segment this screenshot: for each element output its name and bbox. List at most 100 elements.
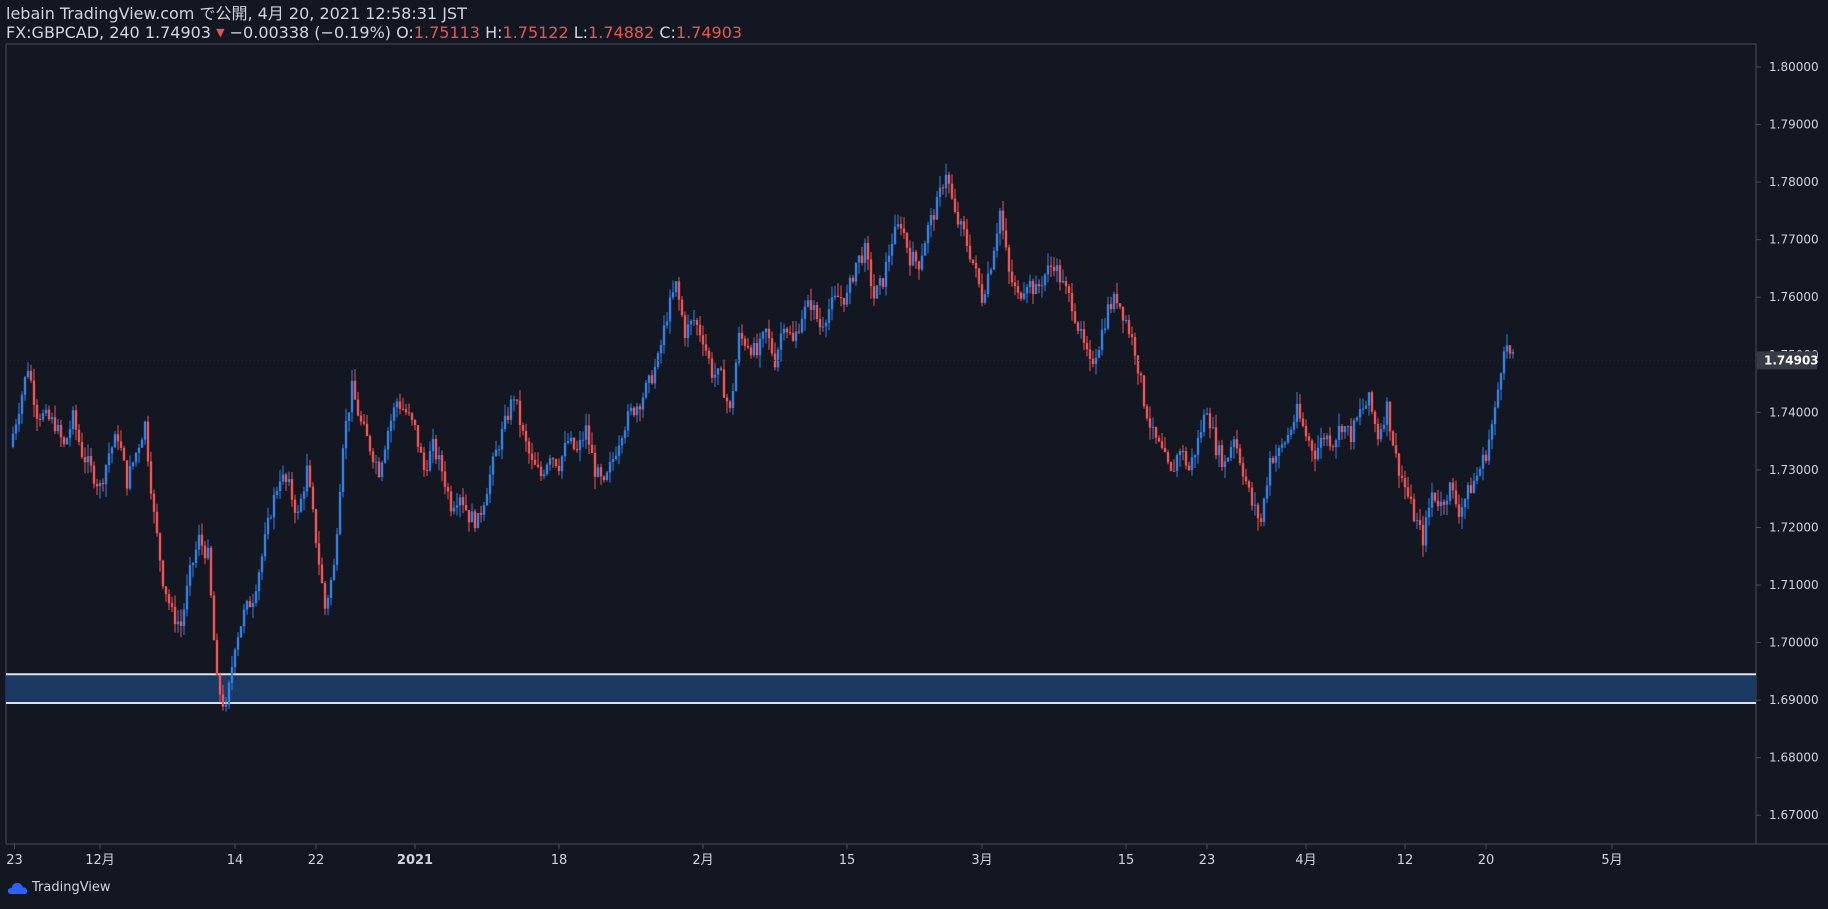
candle-body <box>836 295 840 298</box>
candle-body <box>86 456 90 463</box>
time-tick-label: 20 <box>1478 853 1495 868</box>
candle-body <box>254 591 258 603</box>
candle-body <box>608 462 612 473</box>
grid-layer <box>14 66 1761 849</box>
candle-body <box>1157 437 1161 442</box>
candle-body <box>1328 435 1332 447</box>
candle-body <box>1070 293 1074 312</box>
candle-body <box>308 465 312 487</box>
candle-body <box>341 448 345 492</box>
time-tick-label: 23 <box>6 853 23 868</box>
candle-body <box>701 335 705 345</box>
candle-body <box>1109 304 1113 310</box>
candle-body <box>29 370 33 381</box>
candle-body <box>1091 358 1095 364</box>
candle-body <box>560 456 564 472</box>
candle-body <box>890 243 894 256</box>
candle-body <box>338 491 342 535</box>
candle-body <box>500 428 504 450</box>
candle-body <box>977 268 981 285</box>
support-zone[interactable] <box>6 673 1756 704</box>
candle-body <box>680 299 684 316</box>
candle-body <box>1319 437 1323 448</box>
candle-body <box>1124 319 1128 321</box>
candle-body <box>1256 504 1260 519</box>
candle-body <box>1481 454 1485 469</box>
candle-body <box>1439 501 1443 507</box>
candle-body <box>857 255 861 263</box>
price-tick-label: 1.79000 <box>1769 118 1819 132</box>
candle-body <box>1325 435 1329 440</box>
tradingview-logo[interactable]: TradingView <box>6 880 111 895</box>
candle-body <box>947 174 951 184</box>
candle-body <box>938 187 942 197</box>
candle-body <box>1268 458 1272 486</box>
candle-body <box>446 487 450 492</box>
time-tick-label: 15 <box>839 853 856 868</box>
candle-body <box>1214 427 1218 456</box>
candle-body <box>563 442 567 457</box>
candle-body <box>1349 426 1353 442</box>
candle-body <box>839 297 843 299</box>
candle-body <box>257 572 261 592</box>
candle-body <box>1370 392 1374 412</box>
candle-body <box>818 319 822 328</box>
candle-body <box>302 491 306 499</box>
candle-body <box>863 242 867 263</box>
candle-body <box>794 331 798 341</box>
candle-body <box>959 221 963 225</box>
candle-body <box>1154 426 1158 438</box>
candle-body <box>971 259 975 264</box>
candle-body <box>950 183 954 199</box>
candle-body <box>287 479 291 482</box>
candle-body <box>599 467 603 477</box>
brand-name: TradingView <box>32 880 111 895</box>
candle-body <box>749 347 753 356</box>
candle-body <box>1232 439 1236 448</box>
candle-body <box>1100 329 1104 350</box>
candle-body <box>887 255 891 262</box>
candle-body <box>434 438 438 460</box>
candle-body <box>1457 504 1461 517</box>
cloud-icon <box>7 882 28 894</box>
candle-body <box>266 517 270 535</box>
candle-body <box>149 461 153 494</box>
price-tick-label: 1.77000 <box>1769 233 1819 247</box>
candle-body <box>872 286 876 299</box>
candle-body <box>278 481 282 492</box>
candle-body <box>1508 345 1512 354</box>
candle-body <box>758 338 762 356</box>
candle-body <box>1130 334 1134 338</box>
candle-body <box>1280 444 1284 448</box>
candle-body <box>497 449 501 451</box>
candle-body <box>551 458 555 460</box>
candle-body <box>1079 329 1083 331</box>
candle-body <box>1403 477 1407 488</box>
candle-body <box>524 430 528 442</box>
candle-body <box>1478 468 1482 476</box>
candle-body <box>1073 311 1077 323</box>
candle-body <box>1136 355 1140 374</box>
candle-body <box>635 406 639 416</box>
candle-body <box>290 479 294 500</box>
last-price-label: 1.74903 <box>1764 353 1819 367</box>
candle-body <box>806 300 810 307</box>
candle-body <box>233 649 237 668</box>
candle-body <box>611 458 615 463</box>
candle-body <box>770 338 774 354</box>
candle-body <box>1400 475 1404 478</box>
price-axis[interactable]: 1.800001.790001.780001.770001.760001.750… <box>1769 60 1819 822</box>
price-tick-label: 1.74000 <box>1769 405 1819 419</box>
price-chart[interactable]: 1.800001.790001.780001.770001.760001.750… <box>0 0 1828 909</box>
candle-body <box>743 338 747 346</box>
candle-body <box>932 215 936 220</box>
price-tick-label: 1.78000 <box>1769 175 1819 189</box>
time-axis[interactable]: 23 12月 14 22 2021 18 2月 15 3月 15 23 4月 12 20 5月 <box>6 853 1622 868</box>
candle-body <box>77 429 81 442</box>
candle-body <box>785 328 789 333</box>
candle-body <box>1271 458 1275 463</box>
candle-body <box>989 269 993 274</box>
candle-body <box>422 452 426 470</box>
candle-body <box>119 441 123 448</box>
candle-body <box>380 462 384 477</box>
